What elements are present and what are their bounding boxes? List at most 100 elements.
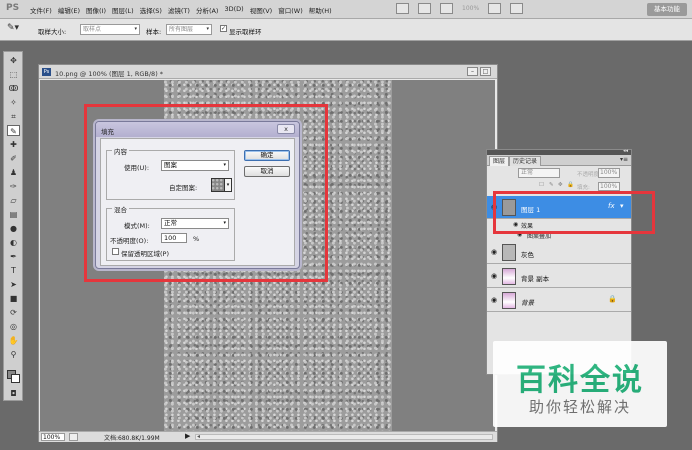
eye-icon[interactable]: ◉ [491, 248, 499, 256]
layer-row-gray[interactable]: ◉ 灰色 [487, 241, 631, 264]
menu-window[interactable]: 窗口(W) [278, 5, 303, 15]
eyedropper-tool-preset-icon[interactable]: ✎▾ [7, 23, 29, 36]
type-tool-icon[interactable]: T [7, 265, 20, 276]
eye-icon[interactable]: ◉ [491, 296, 499, 304]
eyedropper-tool-icon[interactable]: ✎ [7, 125, 20, 136]
layer-row-background[interactable]: ◉ 背景 🔒 [487, 289, 631, 312]
minimize-icon[interactable]: – [467, 67, 478, 76]
sample-select[interactable]: 所有图层 ▾ [166, 24, 212, 35]
quick-select-tool-icon[interactable]: ✧ [7, 97, 20, 108]
layer-name: 背景 副本 [521, 275, 550, 283]
layer-opacity-input[interactable]: 100% [598, 168, 620, 178]
zoom-level-display[interactable]: 100% [462, 5, 479, 12]
menu-edit[interactable]: 编辑(E) [58, 5, 80, 15]
show-sampling-ring-label: 显示取样环 [229, 28, 262, 36]
collapse-panel-icon[interactable]: ◂◂ [623, 148, 628, 154]
tab-layers[interactable]: 图层 [489, 156, 510, 166]
close-icon[interactable] [493, 67, 497, 76]
layer-fill-input[interactable]: 100% [598, 182, 620, 191]
status-bar: 100% 文档:680.8K/1.99M ▶ ◂ [39, 431, 497, 442]
panel-tabs: 图层 历史记录 ▾≡ [487, 155, 631, 166]
lasso-tool-icon[interactable]: ↂ [7, 83, 20, 94]
gradient-tool-icon[interactable]: ▤ [7, 209, 20, 220]
hand-tool-icon[interactable]: ✋ [7, 335, 20, 346]
layer-blend-mode-select[interactable]: 正常 [518, 168, 560, 178]
zoom-input[interactable]: 100% [41, 433, 65, 441]
lock-icon: 🔒 [608, 295, 617, 303]
path-selection-tool-icon[interactable]: ➤ [7, 279, 20, 290]
status-info-icon[interactable] [69, 433, 78, 441]
layer-name: 灰色 [521, 251, 534, 259]
layer-thumbnail [502, 268, 516, 285]
menu-view[interactable]: 视图(V) [250, 5, 273, 15]
blend-mode-value: 正常 [521, 169, 534, 176]
document-type-icon: Ps [42, 68, 51, 76]
menu-filter[interactable]: 滤镜(T) [168, 5, 190, 15]
watermark: 百科全说 助你轻松解决 [493, 341, 667, 427]
3d-orbit-tool-icon[interactable]: ◎ [7, 321, 20, 332]
document-title: 10.png @ 100% (图层 1, RGB/8) * [55, 70, 164, 78]
shape-tool-icon[interactable]: ■ [7, 293, 20, 304]
lock-image-icon[interactable]: ✎ [549, 182, 554, 188]
layer-fill-label: 填充: [577, 185, 590, 191]
toolbox: ✥ ⬚ ↂ ✧ ⌗ ✎ ✚ ✐ ♟ ✑ ▱ ▤ ● ◐ ✒ T ➤ ■ ⟳ ◎ … [3, 51, 23, 401]
menu-layer[interactable]: 图层(L) [112, 5, 134, 15]
history-brush-tool-icon[interactable]: ✑ [7, 181, 20, 192]
photoshop-logo: PS [6, 3, 20, 13]
menu-help[interactable]: 帮助(H) [309, 5, 332, 15]
marquee-tool-icon[interactable]: ⬚ [7, 69, 20, 80]
3d-rotate-tool-icon[interactable]: ⟳ [7, 307, 20, 318]
scroll-left-icon[interactable]: ◂ [197, 433, 200, 440]
horizontal-scrollbar[interactable]: ◂ [195, 433, 493, 440]
application-bar-tools: 100% [396, 3, 524, 14]
screen-mode-icon[interactable] [510, 3, 524, 14]
options-bar: ✎▾ 取样大小: 取样点 ▾ 样本: 所有图层 ▾ ✓ 显示取样环 [0, 19, 692, 41]
sample-size-label: 取样大小: [38, 28, 67, 36]
workspace-button[interactable]: 基本功能 [647, 3, 687, 16]
lock-position-icon[interactable]: ✥ [558, 182, 563, 188]
menu-analysis[interactable]: 分析(A) [196, 5, 219, 15]
dodge-tool-icon[interactable]: ◐ [7, 237, 20, 248]
bridge-icon[interactable] [396, 3, 409, 14]
panel-menu-icon[interactable]: ▾≡ [620, 156, 628, 163]
layer-thumbnail [502, 292, 516, 309]
layer-thumbnail [502, 244, 516, 261]
menu-select[interactable]: 选择(S) [140, 5, 162, 15]
clone-stamp-tool-icon[interactable]: ♟ [7, 167, 20, 178]
view-extras-icon[interactable] [440, 3, 453, 14]
menu-list: 文件(F) 编辑(E) 图像(I) 图层(L) 选择(S) 滤镜(T) 分析(A… [30, 5, 332, 15]
background-color-swatch[interactable] [11, 374, 20, 383]
layer-name: 背景 [521, 299, 534, 307]
lock-all-icon[interactable]: 🔒 [567, 182, 574, 188]
tab-history[interactable]: 历史记录 [509, 156, 542, 166]
menu-file[interactable]: 文件(F) [30, 5, 52, 15]
eraser-tool-icon[interactable]: ▱ [7, 195, 20, 206]
show-sampling-ring-checkbox[interactable]: ✓ [220, 25, 227, 32]
eye-icon[interactable]: ◉ [491, 272, 499, 280]
sample-size-select[interactable]: 取样点 ▾ [80, 24, 140, 35]
crop-tool-icon[interactable]: ⌗ [7, 111, 20, 122]
maximize-icon[interactable]: □ [480, 67, 491, 76]
zoom-tool-icon[interactable]: ⚲ [7, 349, 20, 360]
healing-brush-tool-icon[interactable]: ✚ [7, 139, 20, 150]
arrange-documents-icon[interactable] [488, 3, 502, 14]
menu-bar: PS 文件(F) 编辑(E) 图像(I) 图层(L) 选择(S) 滤镜(T) 分… [0, 0, 692, 19]
document-title-bar[interactable]: Ps 10.png @ 100% (图层 1, RGB/8) * – □ [39, 65, 497, 79]
blur-tool-icon[interactable]: ● [7, 223, 20, 234]
highlight-box-layer [493, 191, 655, 234]
brush-tool-icon[interactable]: ✐ [7, 153, 20, 164]
sample-label: 样本: [146, 28, 162, 36]
quick-mask-icon[interactable]: ◘ [7, 388, 20, 399]
status-menu-arrow-icon[interactable]: ▶ [185, 432, 190, 440]
move-tool-icon[interactable]: ✥ [7, 55, 20, 66]
watermark-title: 百科全说 [516, 363, 644, 398]
pen-tool-icon[interactable]: ✒ [7, 251, 20, 262]
layer-row-background-copy[interactable]: ◉ 背景 副本 [487, 265, 631, 288]
watermark-subtitle: 助你轻松解决 [528, 398, 631, 416]
minibridge-icon[interactable] [418, 3, 431, 14]
menu-image[interactable]: 图像(I) [86, 5, 106, 15]
chevron-down-icon: ▾ [134, 26, 137, 32]
menu-3d[interactable]: 3D(D) [224, 5, 243, 15]
lock-transparent-icon[interactable]: ☐ [539, 182, 544, 188]
document-size: 文档:680.8K/1.99M [104, 435, 160, 442]
